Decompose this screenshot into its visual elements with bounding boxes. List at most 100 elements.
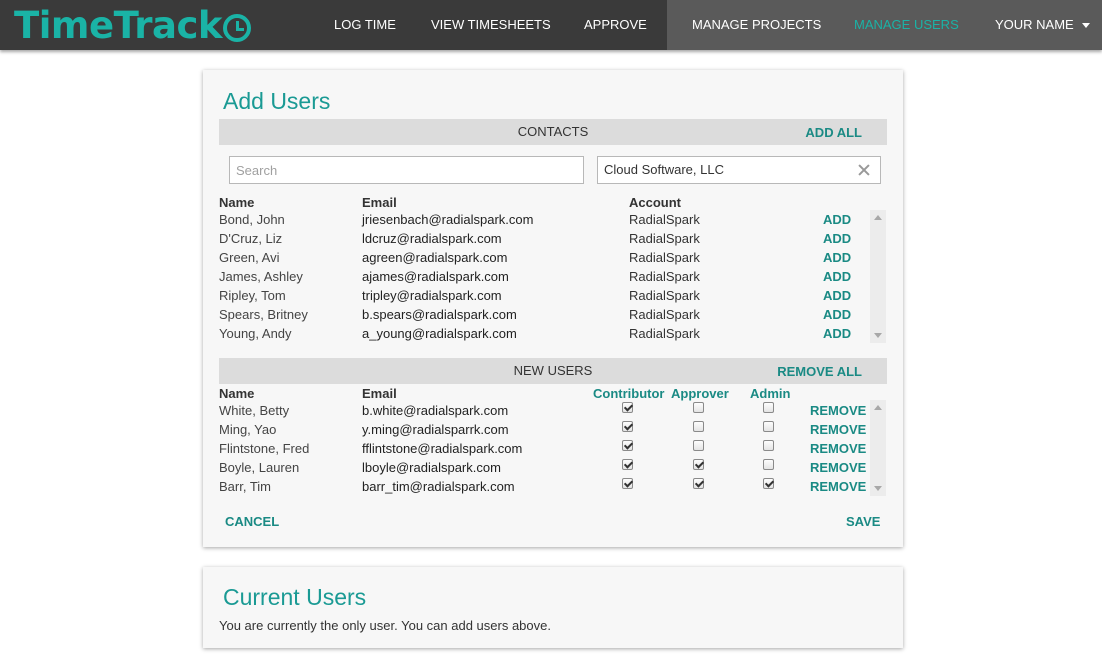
add-users-card: Add Users CONTACTS ADD ALL Cloud Softwar… — [203, 70, 903, 547]
new-user-email: barr_tim@radialspark.com — [362, 479, 515, 494]
scroll-up-icon[interactable] — [874, 405, 882, 410]
admin-checkbox[interactable] — [763, 402, 774, 413]
add-all-button[interactable]: ADD ALL — [805, 125, 862, 140]
current-users-message: You are currently the only user. You can… — [219, 618, 551, 633]
admin-checkbox[interactable] — [763, 440, 774, 451]
contact-name: Ripley, Tom — [219, 288, 286, 303]
admin-checkbox[interactable] — [763, 459, 774, 470]
col-header-account: Account — [629, 195, 681, 210]
clock-icon — [223, 14, 251, 42]
contact-email: agreen@radialspark.com — [362, 250, 508, 265]
contact-email: a_young@radialspark.com — [362, 326, 517, 341]
add-button[interactable]: ADD — [823, 326, 851, 341]
admin-checkbox[interactable] — [763, 421, 774, 432]
contributor-checkbox[interactable] — [622, 440, 633, 451]
approver-checkbox[interactable] — [693, 402, 704, 413]
app-logo[interactable]: TimeTrack — [14, 3, 251, 47]
col-header-name: Name — [219, 195, 255, 210]
caret-down-icon — [1081, 23, 1090, 29]
contact-account: RadialSpark — [629, 212, 700, 227]
new-user-name: Flintstone, Fred — [219, 441, 310, 456]
top-nav: TimeTrack LOG TIME VIEW TIMESHEETS APPRO… — [0, 0, 1102, 50]
clear-icon[interactable] — [856, 161, 872, 179]
col-header-approver: Approver — [671, 386, 729, 401]
new-user-email: y.ming@radialsparrk.com — [362, 422, 509, 437]
scroll-down-icon[interactable] — [874, 333, 882, 338]
nav-manage-users[interactable]: MANAGE USERS — [854, 0, 959, 50]
current-users-title: Current Users — [223, 584, 367, 610]
new-user-name: Boyle, Lauren — [219, 460, 300, 475]
nav-approve[interactable]: APPROVE — [584, 0, 647, 50]
contact-email: ldcruz@radialspark.com — [362, 231, 502, 246]
contact-account: RadialSpark — [629, 269, 700, 284]
contact-name: Young, Andy — [219, 326, 292, 341]
remove-button[interactable]: REMOVE — [810, 460, 866, 475]
approver-checkbox[interactable] — [693, 440, 704, 451]
scroll-up-icon[interactable] — [874, 215, 882, 220]
new-user-email: lboyle@radialspark.com — [362, 460, 501, 475]
scroll-down-icon[interactable] — [874, 486, 882, 491]
col-header-email: Email — [362, 386, 397, 401]
contact-email: tripley@radialspark.com — [362, 288, 502, 303]
account-filter[interactable]: Cloud Software, LLC — [597, 156, 881, 184]
approver-checkbox[interactable] — [693, 459, 704, 470]
contributor-checkbox[interactable] — [622, 402, 633, 413]
remove-button[interactable]: REMOVE — [810, 403, 866, 418]
nav-manage-projects[interactable]: MANAGE PROJECTS — [692, 0, 821, 50]
contributor-checkbox[interactable] — [622, 421, 633, 432]
contact-account: RadialSpark — [629, 326, 700, 341]
user-menu-label: YOUR NAME — [995, 17, 1074, 32]
contact-account: RadialSpark — [629, 250, 700, 265]
contact-account: RadialSpark — [629, 307, 700, 322]
add-button[interactable]: ADD — [823, 231, 851, 246]
contact-account: RadialSpark — [629, 231, 700, 246]
nav-view-timesheets[interactable]: VIEW TIMESHEETS — [431, 0, 551, 50]
remove-button[interactable]: REMOVE — [810, 479, 866, 494]
new-user-email: b.white@radialspark.com — [362, 403, 509, 418]
add-button[interactable]: ADD — [823, 212, 851, 227]
contributor-checkbox[interactable] — [622, 459, 633, 470]
contact-account: RadialSpark — [629, 288, 700, 303]
nav-log-time[interactable]: LOG TIME — [334, 0, 396, 50]
contact-name: D'Cruz, Liz — [219, 231, 283, 246]
col-header-contributor: Contributor — [593, 386, 665, 401]
add-button[interactable]: ADD — [823, 307, 851, 322]
account-filter-value: Cloud Software, LLC — [604, 162, 724, 177]
user-menu[interactable]: YOUR NAME — [995, 0, 1090, 50]
contacts-bar: CONTACTS ADD ALL — [219, 119, 887, 145]
new-users-scrollbar[interactable] — [870, 400, 886, 496]
contact-name: Spears, Britney — [219, 307, 308, 322]
contact-name: Green, Avi — [219, 250, 280, 265]
admin-checkbox[interactable] — [763, 478, 774, 489]
new-user-name: Barr, Tim — [219, 479, 272, 494]
contact-email: jriesenbach@radialspark.com — [362, 212, 534, 227]
remove-button[interactable]: REMOVE — [810, 422, 866, 437]
add-users-title: Add Users — [223, 88, 331, 114]
col-header-admin: Admin — [750, 386, 791, 401]
current-users-card: Current Users You are currently the only… — [203, 567, 903, 648]
remove-button[interactable]: REMOVE — [810, 441, 866, 456]
contacts-scrollbar[interactable] — [870, 210, 886, 343]
logo-text: TimeTrack — [14, 3, 223, 47]
contact-email: b.spears@radialspark.com — [362, 307, 517, 322]
search-input[interactable] — [229, 156, 584, 184]
col-header-name: Name — [219, 386, 255, 401]
add-button[interactable]: ADD — [823, 250, 851, 265]
remove-all-button[interactable]: REMOVE ALL — [777, 364, 862, 379]
contact-email: ajames@radialspark.com — [362, 269, 509, 284]
new-user-email: fflintstone@radialspark.com — [362, 441, 523, 456]
contact-name: James, Ashley — [219, 269, 303, 284]
new-user-name: Ming, Yao — [219, 422, 277, 437]
new-user-name: White, Betty — [219, 403, 290, 418]
add-button[interactable]: ADD — [823, 269, 851, 284]
approver-checkbox[interactable] — [693, 478, 704, 489]
cancel-button[interactable]: CANCEL — [225, 514, 279, 529]
col-header-email: Email — [362, 195, 397, 210]
save-button[interactable]: SAVE — [846, 514, 880, 529]
contact-name: Bond, John — [219, 212, 285, 227]
add-button[interactable]: ADD — [823, 288, 851, 303]
contributor-checkbox[interactable] — [622, 478, 633, 489]
new-users-bar: NEW USERS REMOVE ALL — [219, 358, 887, 384]
contacts-bar-title: CONTACTS — [517, 124, 589, 139]
approver-checkbox[interactable] — [693, 421, 704, 432]
